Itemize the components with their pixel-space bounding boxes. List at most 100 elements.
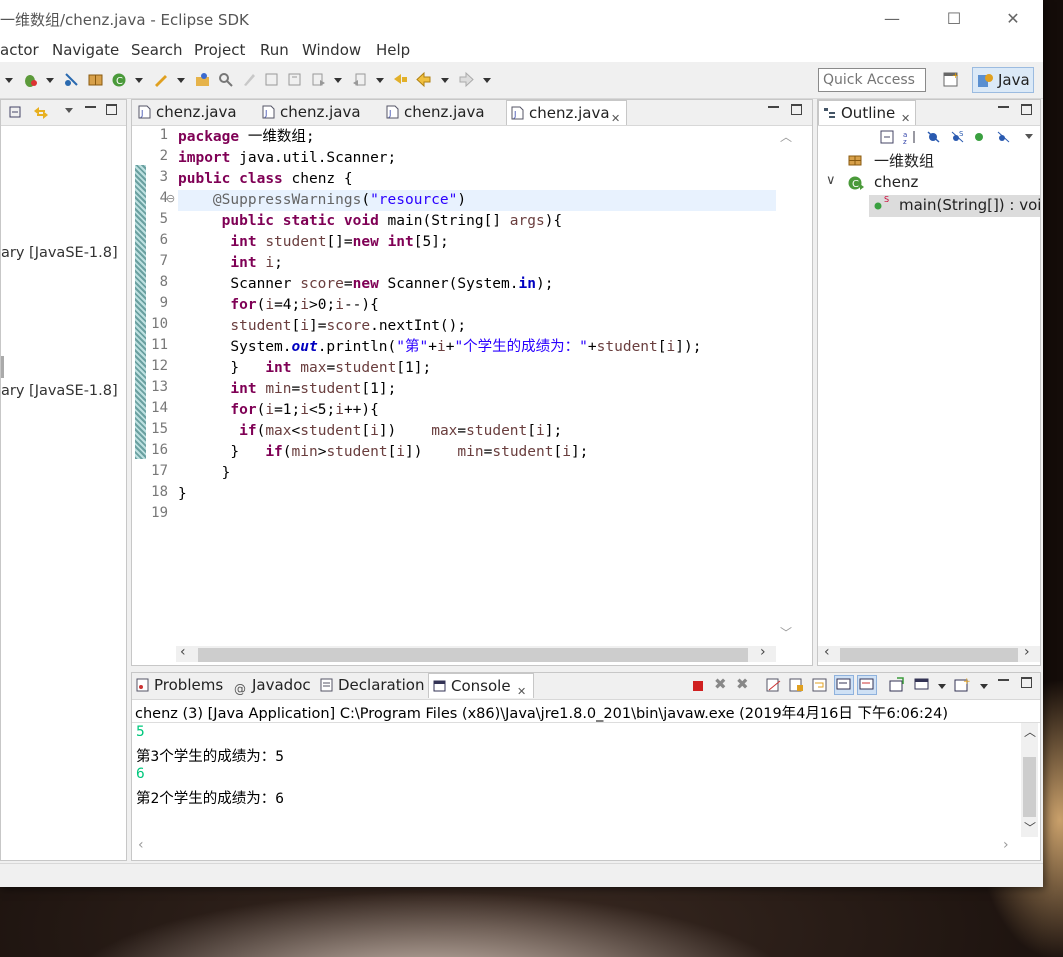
show-on-stdout-icon[interactable] — [834, 675, 854, 695]
collapse-all-icon[interactable] — [880, 130, 894, 144]
hide-nonpublic-icon[interactable] — [974, 132, 984, 142]
run-tool-icon[interactable] — [152, 71, 169, 88]
jre-library-item[interactable]: ary [JavaSE-1.8] — [1, 383, 118, 399]
tab-javadoc[interactable]: @ Javadoc — [230, 673, 314, 698]
dropdown-arrow-icon[interactable] — [938, 684, 946, 689]
java-perspective-button[interactable]: Java — [972, 67, 1034, 93]
scroll-left-icon[interactable]: ‹ — [180, 644, 186, 660]
next-annotation-icon[interactable] — [310, 71, 327, 88]
previous-annotation-icon[interactable] — [351, 71, 368, 88]
chevron-down-icon[interactable]: ∨ — [826, 173, 836, 188]
dropdown-arrow-icon[interactable] — [483, 78, 491, 83]
collapse-all-icon[interactable] — [9, 106, 21, 118]
toggle-icon[interactable] — [286, 71, 303, 88]
fold-marker-icon[interactable]: ⊖ — [166, 192, 175, 205]
search-icon[interactable] — [217, 71, 234, 88]
menu-refactor[interactable]: actor — [0, 41, 39, 59]
close-tab-icon[interactable]: ✕ — [901, 107, 910, 131]
editor-horizontal-scrollbar[interactable]: ‹ › — [176, 644, 776, 662]
maximize-view-icon[interactable] — [1021, 677, 1032, 688]
hide-static-icon[interactable]: S — [950, 130, 965, 144]
scroll-up-icon[interactable]: ︿ — [780, 128, 792, 145]
maximize-view-icon[interactable] — [106, 104, 117, 115]
display-console-icon[interactable] — [914, 677, 930, 693]
tab-problems[interactable]: Problems — [132, 673, 228, 698]
new-package-icon[interactable] — [87, 71, 104, 88]
word-wrap-icon[interactable] — [812, 677, 828, 693]
editor-tab-active[interactable]: J chenz.java ✕ — [506, 100, 627, 125]
close-button[interactable]: ✕ — [993, 6, 1033, 32]
menu-run[interactable]: Run — [260, 41, 289, 59]
view-menu-icon[interactable] — [1025, 134, 1033, 139]
scroll-thumb[interactable] — [840, 648, 1018, 662]
outline-horizontal-scrollbar[interactable]: ‹ › — [818, 644, 1040, 662]
minimize-view-icon[interactable] — [998, 103, 1009, 108]
editor-tab[interactable]: J chenz.java — [258, 100, 381, 125]
scroll-thumb[interactable] — [1023, 757, 1036, 817]
open-perspective-icon[interactable]: + — [938, 68, 964, 92]
dropdown-arrow-icon[interactable] — [135, 78, 143, 83]
outline-item-method-selected[interactable]: S main(String[]) : void — [869, 195, 1040, 217]
show-on-stderr-icon[interactable] — [857, 675, 877, 695]
minimize-view-icon[interactable] — [998, 676, 1009, 681]
editor-tab[interactable]: J chenz.java — [134, 100, 257, 125]
toggle-icon[interactable] — [263, 71, 280, 88]
open-console-icon[interactable]: + — [954, 677, 970, 693]
scroll-right-icon[interactable]: › — [1003, 837, 1009, 853]
pin-console-icon[interactable] — [889, 677, 905, 693]
scroll-left-icon[interactable]: ‹ — [138, 837, 144, 853]
jre-library-item[interactable]: ary [JavaSE-1.8] — [1, 245, 118, 261]
remove-launch-icon[interactable]: ✖ — [714, 675, 727, 693]
dropdown-arrow-icon[interactable] — [441, 78, 449, 83]
scroll-up-icon[interactable]: ︿ — [1024, 723, 1036, 740]
open-type-icon[interactable] — [194, 71, 211, 88]
menu-navigate[interactable]: Navigate — [52, 41, 119, 59]
minimize-view-icon[interactable] — [85, 103, 96, 108]
editor-vertical-scrollbar[interactable]: ︿ ﹀ — [778, 126, 795, 646]
view-menu-icon[interactable] — [65, 108, 73, 113]
editor-tab[interactable]: J chenz.java — [382, 100, 505, 125]
scroll-down-icon[interactable]: ﹀ — [1024, 819, 1036, 836]
tab-console-active[interactable]: Console ✕ — [428, 673, 534, 698]
maximize-view-icon[interactable] — [1021, 104, 1032, 115]
menu-search[interactable]: Search — [131, 41, 183, 59]
clear-console-icon[interactable] — [766, 677, 782, 693]
debug-icon[interactable] — [22, 71, 39, 88]
scroll-down-icon[interactable]: ﹀ — [780, 624, 792, 641]
tab-declaration[interactable]: Declaration — [316, 673, 426, 698]
dropdown-arrow-icon[interactable] — [334, 78, 342, 83]
scroll-thumb[interactable] — [198, 648, 748, 662]
scroll-right-icon[interactable]: › — [760, 644, 766, 660]
close-tab-icon[interactable]: ✕ — [517, 680, 526, 704]
scroll-lock-icon[interactable] — [789, 677, 805, 693]
maximize-button[interactable]: ☐ — [934, 6, 974, 32]
back-arrow-icon[interactable] — [415, 71, 432, 88]
minimize-view-icon[interactable] — [768, 103, 779, 108]
maximize-view-icon[interactable] — [791, 104, 802, 115]
forward-arrow-icon[interactable] — [458, 71, 475, 88]
last-edit-icon[interactable] — [392, 71, 409, 88]
console-horizontal-scrollbar[interactable]: ‹ › — [132, 837, 1021, 855]
dropdown-arrow-icon[interactable] — [980, 684, 988, 689]
minimize-button[interactable]: — — [872, 6, 912, 32]
skip-breakpoints-icon[interactable] — [63, 71, 80, 88]
console-vertical-scrollbar[interactable]: ︿ ﹀ — [1021, 723, 1038, 837]
hide-local-types-icon[interactable] — [996, 130, 1011, 144]
new-class-icon[interactable]: C — [111, 71, 128, 88]
menu-window[interactable]: Window — [302, 41, 361, 59]
dropdown-arrow-icon[interactable] — [177, 78, 185, 83]
scroll-left-icon[interactable]: ‹ — [824, 644, 830, 660]
link-with-editor-icon[interactable] — [33, 106, 49, 120]
outline-tab[interactable]: Outline ✕ — [818, 100, 916, 125]
menu-help[interactable]: Help — [376, 41, 410, 59]
scroll-right-icon[interactable]: › — [1024, 644, 1030, 660]
dropdown-arrow-icon[interactable] — [376, 78, 384, 83]
code-area[interactable]: package 一维数组; import java.util.Scanner; … — [178, 126, 778, 646]
dropdown-arrow-icon[interactable] — [46, 78, 54, 83]
hide-fields-icon[interactable] — [926, 130, 941, 144]
terminate-icon[interactable] — [693, 681, 703, 691]
edit-icon[interactable] — [241, 71, 258, 88]
remove-all-icon[interactable]: ✖ — [736, 675, 749, 693]
sort-icon[interactable]: az — [903, 130, 919, 144]
quick-access-input[interactable] — [818, 68, 926, 92]
